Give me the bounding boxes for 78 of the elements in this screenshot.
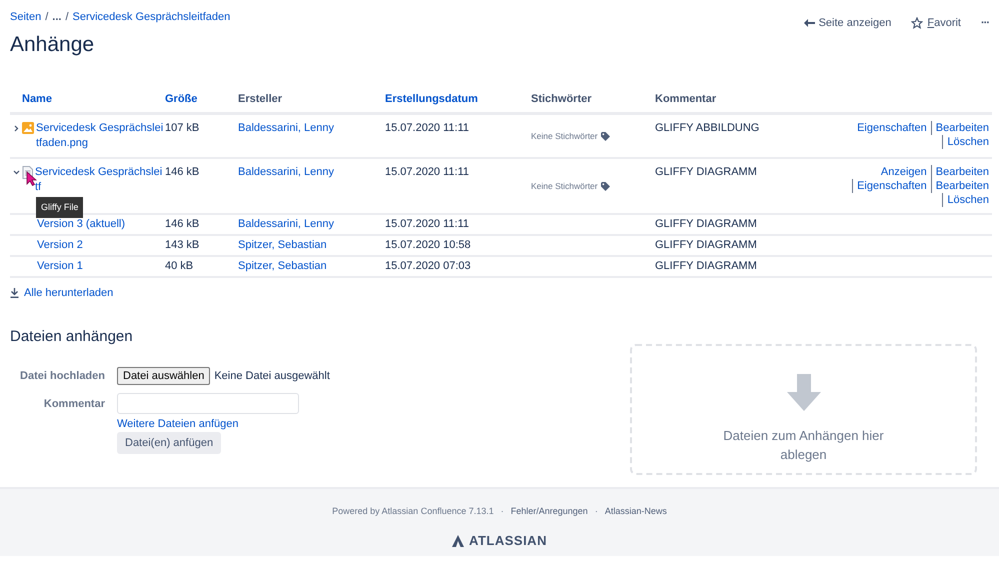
tooltip: Gliffy File bbox=[36, 197, 84, 218]
action-link[interactable]: Löschen bbox=[942, 193, 989, 207]
comment-field[interactable] bbox=[117, 393, 299, 414]
drop-zone-text: Dateien zum Anhängen hier ablegen bbox=[722, 427, 885, 464]
version-link[interactable]: Version 1 bbox=[37, 260, 83, 272]
breadcrumb-separator: / bbox=[65, 11, 68, 23]
view-page-link[interactable]: Seite anzeigen bbox=[804, 17, 892, 29]
download-icon bbox=[10, 288, 19, 298]
creator-link[interactable]: Baldessarini, Lenny bbox=[238, 166, 334, 178]
column-header: Ersteller bbox=[238, 93, 385, 115]
image-file-icon bbox=[22, 122, 34, 134]
powered-by-text: Powered by Atlassian Confluence 7.13.1 bbox=[332, 506, 494, 516]
tag-icon bbox=[600, 182, 610, 190]
cursor-icon bbox=[26, 171, 37, 186]
file-size: 107 kB bbox=[165, 115, 238, 159]
column-header[interactable]: Name bbox=[10, 93, 165, 115]
attachment-link[interactable]: Servicedesk Gesprächslei tfaden.png bbox=[36, 121, 164, 151]
created-date: 15.07.2020 11:11 bbox=[385, 159, 531, 215]
arrow-left-icon bbox=[804, 19, 815, 27]
action-link[interactable]: Eigenschaften bbox=[852, 179, 931, 193]
star-icon bbox=[911, 17, 924, 29]
no-labels-text: Keine Stichwörter bbox=[531, 130, 598, 142]
column-header: Stichwörter bbox=[531, 93, 655, 115]
atlassian-logo: ATLASSIAN bbox=[0, 533, 999, 548]
breadcrumb-ellipsis[interactable]: ... bbox=[52, 11, 62, 23]
field-label: Kommentar bbox=[42, 398, 105, 410]
footer-link[interactable]: Fehler/Anregungen bbox=[510, 506, 588, 516]
arrow-down-icon bbox=[786, 374, 822, 412]
creator-link[interactable]: Baldessarini, Lenny bbox=[238, 218, 334, 230]
creator-link[interactable]: Spitzer, Sebastian bbox=[238, 239, 327, 251]
footer-link[interactable]: Atlassian-News bbox=[604, 506, 667, 516]
tag-icon bbox=[600, 132, 610, 140]
comment-text: GLIFFY DIAGRAMM bbox=[655, 159, 825, 215]
file-size: 143 kB bbox=[165, 236, 238, 257]
comment-text: GLIFFY DIAGRAMM bbox=[655, 215, 825, 236]
no-labels-text: Keine Stichwörter bbox=[531, 180, 598, 192]
action-link[interactable]: Löschen bbox=[942, 135, 989, 149]
creator-link[interactable]: Spitzer, Sebastian bbox=[238, 260, 327, 272]
column-header[interactable]: Größe bbox=[165, 93, 238, 115]
page-title: Anhänge bbox=[10, 33, 96, 57]
action-link[interactable]: Eigenschaften bbox=[853, 121, 931, 135]
field-label: Datei hochladen bbox=[19, 370, 105, 382]
column-header[interactable]: Erstellungsdatum bbox=[385, 93, 531, 115]
version-link[interactable]: Version 2 bbox=[37, 239, 83, 251]
download-all-link[interactable]: Alle herunterladen bbox=[10, 287, 114, 299]
no-file-text: Keine Datei ausgewählt bbox=[214, 370, 330, 382]
created-date: 15.07.2020 07:03 bbox=[385, 257, 531, 278]
creator-link[interactable]: Baldessarini, Lenny bbox=[238, 122, 334, 134]
breadcrumb-separator: / bbox=[45, 11, 48, 23]
created-date: 15.07.2020 10:58 bbox=[385, 236, 531, 257]
choose-file-button[interactable]: Datei auswählen bbox=[117, 367, 210, 385]
more-button[interactable]: ··· bbox=[981, 17, 989, 29]
column-header: Kommentar bbox=[655, 93, 825, 115]
section-heading: Dateien anhängen bbox=[10, 328, 134, 345]
version-link[interactable]: Version 3 (aktuell) bbox=[37, 218, 126, 230]
chevron-right-icon[interactable] bbox=[12, 125, 20, 132]
comment-text: GLIFFY DIAGRAMM bbox=[655, 236, 825, 257]
add-more-files-link[interactable]: Weitere Dateien anfügen bbox=[117, 418, 330, 430]
file-size: 40 kB bbox=[165, 257, 238, 278]
comment-text: GLIFFY ABBILDUNG bbox=[655, 115, 825, 159]
action-link[interactable]: Anzeigen bbox=[876, 165, 931, 179]
action-link[interactable]: Bearbeiten bbox=[930, 121, 989, 135]
action-link[interactable]: Bearbeiten bbox=[930, 165, 989, 179]
file-size: 146 kB bbox=[165, 159, 238, 215]
breadcrumb-link[interactable]: Seiten bbox=[10, 11, 42, 23]
separator-dot: · bbox=[500, 506, 504, 516]
created-date: 15.07.2020 11:11 bbox=[385, 215, 531, 236]
chevron-down-icon[interactable] bbox=[12, 169, 20, 176]
created-date: 15.07.2020 11:11 bbox=[385, 115, 531, 159]
separator-dot: · bbox=[594, 506, 598, 516]
drop-zone[interactable]: Dateien zum Anhängen hier ablegen bbox=[630, 344, 977, 475]
action-link[interactable]: Bearbeiten bbox=[930, 179, 989, 193]
breadcrumb-link[interactable]: Servicedesk Gesprächsleitfaden bbox=[72, 11, 230, 23]
favorite-button[interactable]: Favorit bbox=[911, 17, 961, 29]
attach-files-button[interactable]: Datei(en) anfügen bbox=[117, 432, 222, 454]
attachment-link[interactable]: Servicedesk Gesprächslei tf bbox=[35, 165, 162, 195]
comment-text: GLIFFY DIAGRAMM bbox=[655, 257, 825, 278]
file-size: 146 kB bbox=[165, 215, 238, 236]
